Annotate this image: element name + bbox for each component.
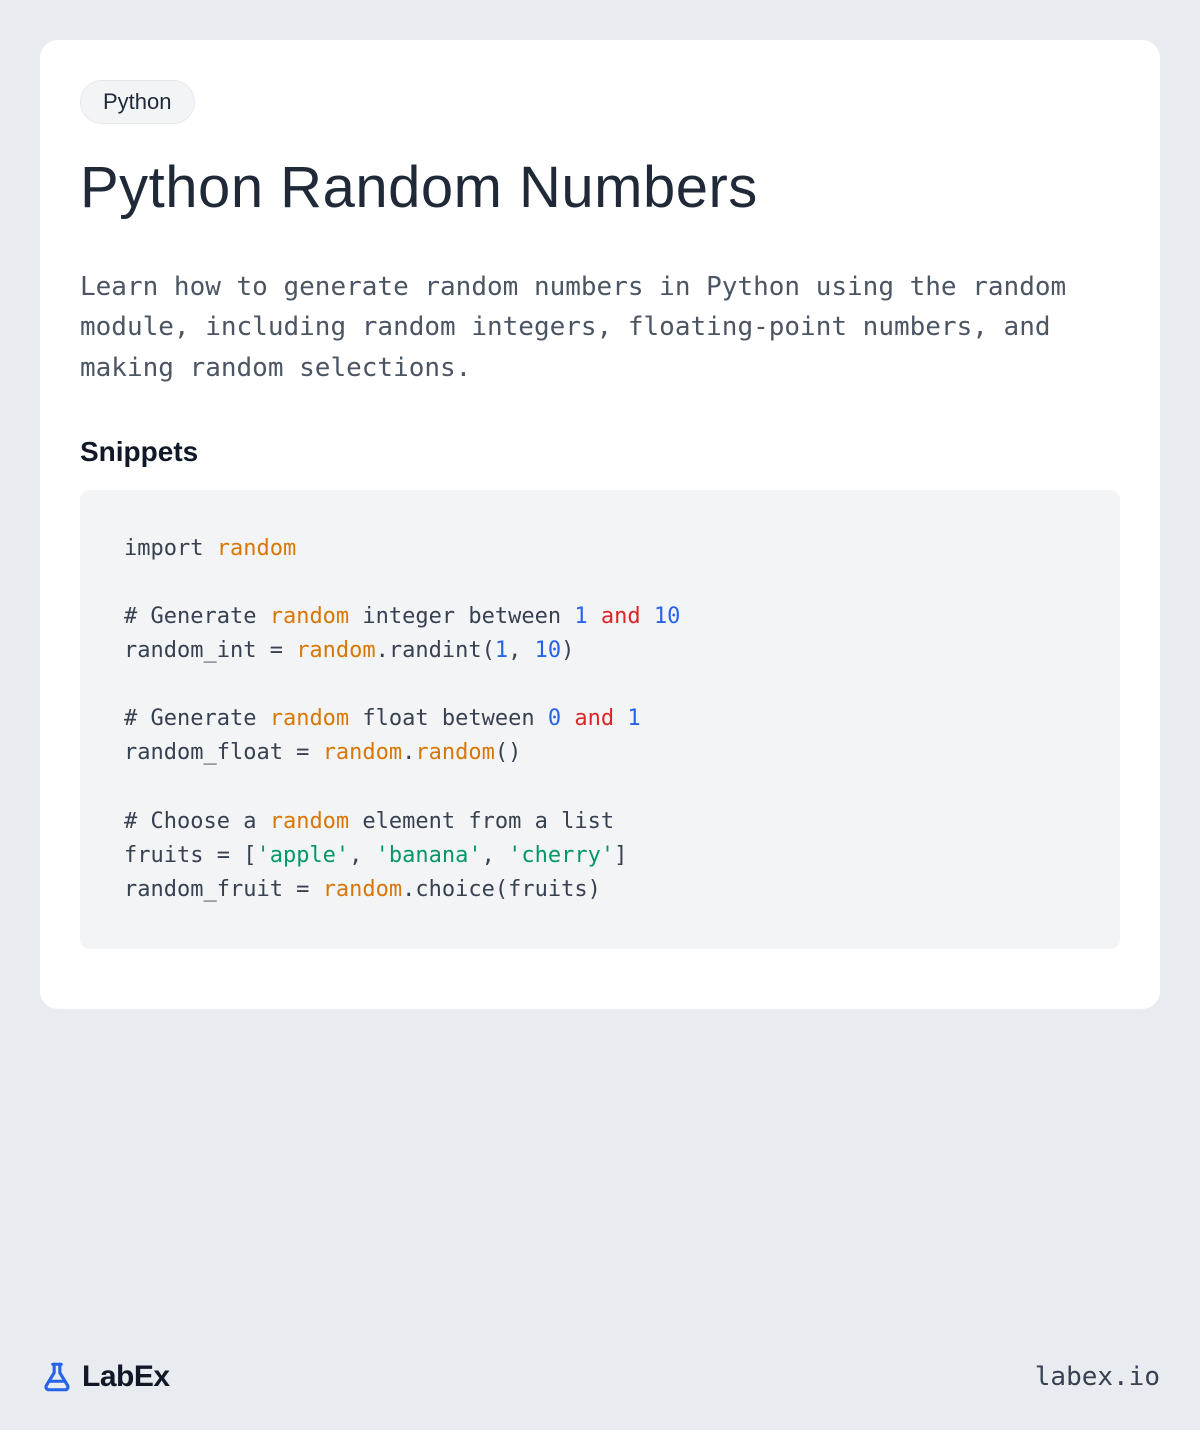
code-block: import random # Generate random integer …	[80, 490, 1120, 949]
code-snippet: import random # Generate random integer …	[124, 532, 1076, 907]
language-tag-pill: Python	[80, 80, 195, 124]
content-card: Python Python Random Numbers Learn how t…	[40, 40, 1160, 1009]
page-title: Python Random Numbers	[80, 154, 1120, 221]
site-url: labex.io	[1035, 1362, 1160, 1392]
flask-icon	[40, 1360, 74, 1394]
snippets-heading: Snippets	[80, 436, 1120, 468]
brand: LabEx	[40, 1360, 170, 1394]
footer: LabEx labex.io	[40, 1360, 1160, 1394]
description-text: Learn how to generate random numbers in …	[80, 267, 1120, 388]
brand-text: LabEx	[82, 1360, 170, 1394]
